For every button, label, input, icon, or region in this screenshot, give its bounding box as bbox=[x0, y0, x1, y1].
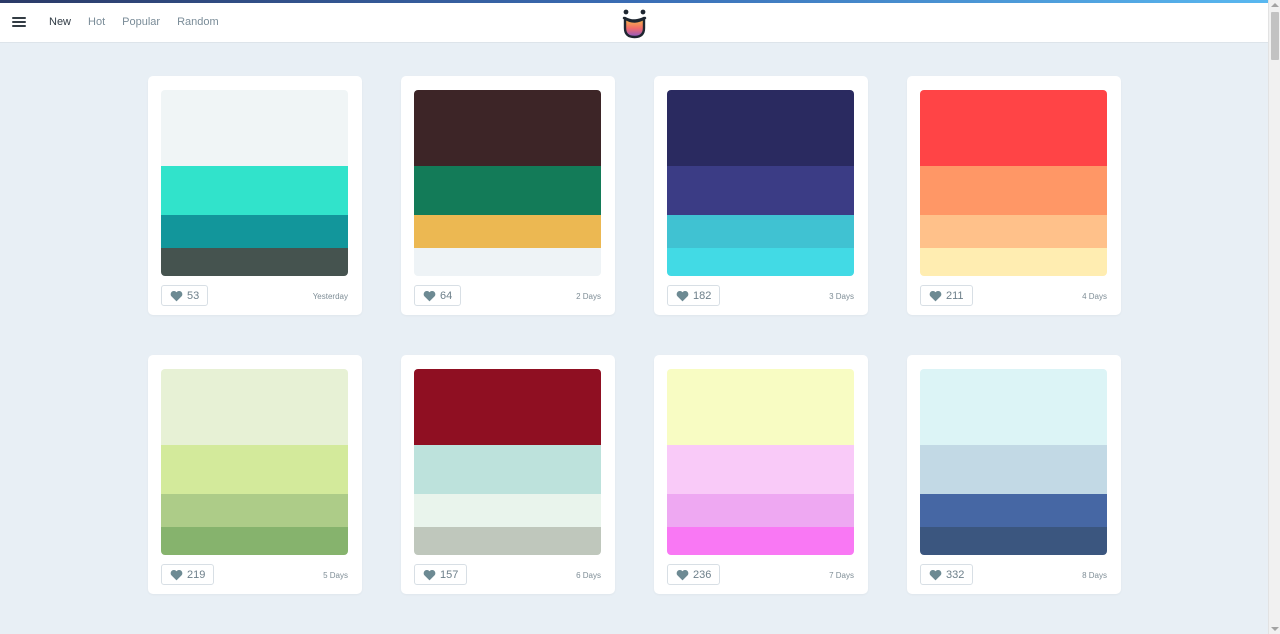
palette-swatches[interactable] bbox=[161, 90, 348, 276]
palette-swatch[interactable] bbox=[920, 445, 1107, 494]
palette-swatches[interactable] bbox=[161, 369, 348, 555]
palette-swatch[interactable] bbox=[161, 445, 348, 494]
palette-card: 157 6 Days bbox=[401, 355, 615, 594]
like-button[interactable]: 219 bbox=[161, 564, 215, 585]
palette-swatch[interactable] bbox=[920, 494, 1107, 527]
palette-swatch[interactable] bbox=[920, 166, 1107, 215]
heart-icon bbox=[170, 569, 183, 580]
palette-swatch[interactable] bbox=[667, 166, 854, 215]
nav-popular[interactable]: Popular bbox=[122, 16, 160, 28]
like-count: 157 bbox=[440, 568, 459, 581]
top-navbar: New Hot Popular Random bbox=[0, 3, 1268, 43]
palette-swatch[interactable] bbox=[161, 166, 348, 215]
like-button[interactable]: 53 bbox=[161, 285, 209, 306]
smiling-face-logo-icon[interactable] bbox=[621, 8, 648, 39]
page-scrollbar[interactable] bbox=[1268, 0, 1280, 634]
like-count: 64 bbox=[440, 289, 453, 302]
nav-random[interactable]: Random bbox=[177, 16, 219, 28]
palette-card: 53 Yesterday bbox=[148, 76, 362, 315]
like-count: 182 bbox=[693, 289, 712, 302]
palette-card: 211 4 Days bbox=[907, 76, 1121, 315]
palette-swatch[interactable] bbox=[161, 215, 348, 248]
palette-swatch[interactable] bbox=[414, 369, 601, 445]
palette-swatch[interactable] bbox=[667, 90, 854, 166]
palette-card: 236 7 Days bbox=[654, 355, 868, 594]
scroll-up-arrow-icon[interactable] bbox=[1271, 3, 1279, 7]
hamburger-menu-icon[interactable] bbox=[12, 15, 26, 29]
palette-date: 7 Days bbox=[829, 571, 854, 580]
heart-icon bbox=[423, 290, 436, 301]
palette-swatches[interactable] bbox=[920, 369, 1107, 555]
scroll-down-arrow-icon[interactable] bbox=[1271, 627, 1279, 631]
like-button[interactable]: 182 bbox=[667, 285, 721, 306]
palette-swatch[interactable] bbox=[414, 445, 601, 494]
heart-icon bbox=[423, 569, 436, 580]
palette-swatches[interactable] bbox=[414, 90, 601, 276]
palette-swatch[interactable] bbox=[161, 90, 348, 166]
palette-swatches[interactable] bbox=[920, 90, 1107, 276]
palette-swatch[interactable] bbox=[920, 527, 1107, 555]
heart-icon bbox=[170, 290, 183, 301]
palette-date: 5 Days bbox=[323, 571, 348, 580]
palette-grid: 53 Yesterday 64 2 Days 182 3 Days 211 4 … bbox=[148, 76, 1121, 594]
palette-card: 182 3 Days bbox=[654, 76, 868, 315]
palette-swatch[interactable] bbox=[161, 248, 348, 276]
nav-new[interactable]: New bbox=[49, 16, 71, 28]
palette-swatch[interactable] bbox=[161, 494, 348, 527]
palette-card: 219 5 Days bbox=[148, 355, 362, 594]
palette-swatch[interactable] bbox=[161, 369, 348, 445]
like-button[interactable]: 64 bbox=[414, 285, 462, 306]
palette-swatch[interactable] bbox=[414, 166, 601, 215]
like-count: 332 bbox=[946, 568, 965, 581]
palette-card: 332 8 Days bbox=[907, 355, 1121, 594]
palette-date: 3 Days bbox=[829, 292, 854, 301]
palette-swatch[interactable] bbox=[414, 90, 601, 166]
like-button[interactable]: 332 bbox=[920, 564, 974, 585]
palette-date: 8 Days bbox=[1082, 571, 1107, 580]
palette-date: 6 Days bbox=[576, 571, 601, 580]
palette-swatch[interactable] bbox=[414, 527, 601, 555]
like-button[interactable]: 157 bbox=[414, 564, 468, 585]
heart-icon bbox=[929, 569, 942, 580]
palette-swatch[interactable] bbox=[414, 215, 601, 248]
palette-swatch[interactable] bbox=[667, 248, 854, 276]
palette-swatch[interactable] bbox=[667, 527, 854, 555]
palette-swatches[interactable] bbox=[414, 369, 601, 555]
heart-icon bbox=[676, 290, 689, 301]
heart-icon bbox=[929, 290, 942, 301]
palette-swatch[interactable] bbox=[414, 248, 601, 276]
nav-hot[interactable]: Hot bbox=[88, 16, 105, 28]
palette-card: 64 2 Days bbox=[401, 76, 615, 315]
palette-swatch[interactable] bbox=[920, 369, 1107, 445]
like-button[interactable]: 211 bbox=[920, 285, 973, 306]
palette-swatch[interactable] bbox=[667, 369, 854, 445]
palette-swatch[interactable] bbox=[920, 248, 1107, 276]
palette-swatch[interactable] bbox=[414, 494, 601, 527]
main-nav: New Hot Popular Random bbox=[49, 16, 219, 28]
like-button[interactable]: 236 bbox=[667, 564, 721, 585]
like-count: 211 bbox=[946, 289, 964, 302]
like-count: 236 bbox=[693, 568, 712, 581]
palette-swatch[interactable] bbox=[161, 527, 348, 555]
palette-swatches[interactable] bbox=[667, 90, 854, 276]
palette-swatches[interactable] bbox=[667, 369, 854, 555]
like-count: 219 bbox=[187, 568, 206, 581]
palette-swatch[interactable] bbox=[667, 215, 854, 248]
heart-icon bbox=[676, 569, 689, 580]
palette-date: 4 Days bbox=[1082, 292, 1107, 301]
palette-swatch[interactable] bbox=[667, 445, 854, 494]
like-count: 53 bbox=[187, 289, 200, 302]
palette-date: 2 Days bbox=[576, 292, 601, 301]
scrollbar-thumb[interactable] bbox=[1271, 12, 1279, 60]
palette-swatch[interactable] bbox=[667, 494, 854, 527]
palette-swatch[interactable] bbox=[920, 215, 1107, 248]
palette-date: Yesterday bbox=[312, 292, 348, 301]
palette-swatch[interactable] bbox=[920, 90, 1107, 166]
